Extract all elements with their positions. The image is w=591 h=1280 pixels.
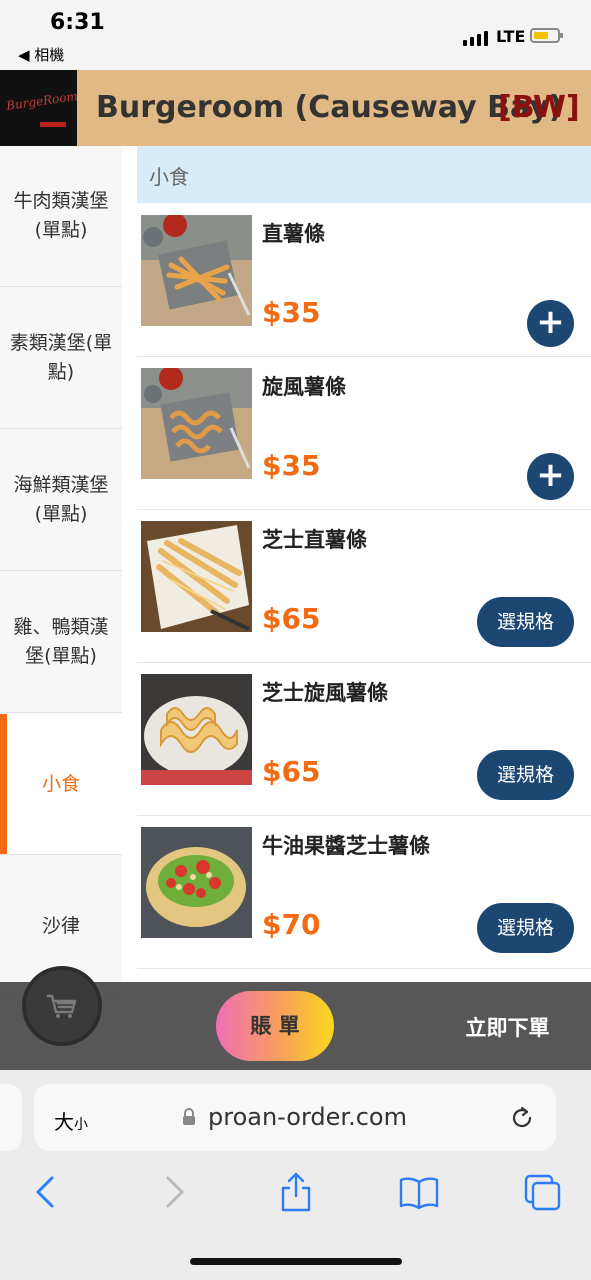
store-logo: BurgeRoom [0,70,79,146]
bill-button[interactable]: 賬 單 [216,991,334,1061]
menu-item[interactable]: 旋風薯條 $35 + [137,357,591,510]
battery-icon [530,28,563,43]
lock-icon [183,1108,195,1125]
cheese-fries-photo [141,521,252,632]
item-name: 直薯條 [262,222,325,246]
item-price: $35 [262,296,321,329]
category-chicken-duck-burgers[interactable]: 雞、鴨類漢堡(單點) [0,572,122,713]
item-price: $65 [262,755,321,788]
store-badge: [BW] [498,90,580,125]
item-name: 旋風薯條 [262,375,346,399]
forward-icon[interactable] [152,1170,196,1214]
choose-options-button[interactable]: 選規格 [477,597,574,647]
category-label: 海鮮類漢堡(單點) [13,474,109,525]
avocado-cheese-fries-photo [141,827,252,938]
item-price: $65 [262,602,321,635]
order-now-button[interactable]: 立即下單 [440,1012,575,1042]
item-name: 牛油果醬芝士薯條 [262,834,430,858]
menu-content: 小食 直薯條 $35 + 旋風薯條 $35 + 芝士直薯條 $65 選規格 芝士… [122,146,591,986]
item-price: $70 [262,908,321,941]
cart-icon [46,994,77,1018]
previous-tab-edge[interactable] [0,1084,22,1151]
share-icon[interactable] [274,1170,318,1214]
category-seafood-burgers[interactable]: 海鮮類漢堡(單點) [0,430,122,571]
tabs-icon[interactable] [520,1170,564,1214]
category-beef-burgers[interactable]: 牛肉類漢堡(單點) [0,146,122,287]
reload-icon[interactable] [508,1104,536,1132]
cart-button[interactable] [22,966,102,1046]
network-label: LTE [496,27,526,46]
choose-options-button[interactable]: 選規格 [477,903,574,953]
item-price: $35 [262,449,321,482]
status-time: 6:31 [50,10,105,35]
home-indicator [190,1258,402,1265]
section-header: 小食 [137,146,591,203]
category-label: 雞、鴨類漢堡(單點) [13,616,109,667]
text-size-small-label: 小 [74,1117,88,1133]
signal-icon [463,30,491,46]
back-icon[interactable] [24,1170,68,1214]
cheese-curly-fries-photo [141,674,252,785]
menu-item[interactable]: 直薯條 $35 + [137,204,591,357]
store-title: Burgeroom (Causeway Bay) [96,90,563,125]
address-bar[interactable]: 大小 proan-order.com [34,1084,556,1151]
menu-item[interactable]: 芝士直薯條 $65 選規格 [137,510,591,663]
category-snacks[interactable]: 小食 [0,714,122,855]
fries-photo [141,215,252,326]
curly-fries-photo [141,368,252,479]
category-sidebar: 牛肉類漢堡(單點) 素類漢堡(單點) 海鮮類漢堡(單點) 雞、鴨類漢堡(單點) … [0,146,122,997]
category-label: 素類漢堡(單點) [9,332,113,383]
menu-item[interactable]: 牛油果醬芝士薯條 $70 選規格 [137,816,591,969]
logo-text: BurgeRoom [5,89,79,113]
menu-item[interactable]: 芝士旋風薯條 $65 選規格 [137,663,591,816]
choose-options-button[interactable]: 選規格 [477,750,574,800]
store-header: BurgeRoom Burgeroom (Causeway Bay) [BW] [0,70,591,146]
item-name: 芝士直薯條 [262,528,367,552]
item-name: 芝士旋風薯條 [262,681,388,705]
text-size-button[interactable]: 大小 [54,1106,88,1135]
url-text: proan-order.com [208,1103,407,1131]
section-title: 小食 [149,165,189,189]
add-to-cart-button[interactable]: + [527,453,574,500]
category-label: 牛肉類漢堡(單點) [13,190,109,241]
category-label: 沙律 [41,914,80,937]
status-bar: 6:31 ◀ 相機 LTE [0,0,591,70]
add-to-cart-button[interactable]: + [527,300,574,347]
text-size-big-label: 大 [54,1110,74,1134]
browser-chrome: 大小 proan-order.com [0,1070,591,1280]
back-to-app-link[interactable]: ◀ 相機 [18,44,64,65]
category-label: 小食 [41,772,80,795]
bookmarks-icon[interactable] [397,1170,441,1214]
category-veg-burgers[interactable]: 素類漢堡(單點) [0,288,122,429]
